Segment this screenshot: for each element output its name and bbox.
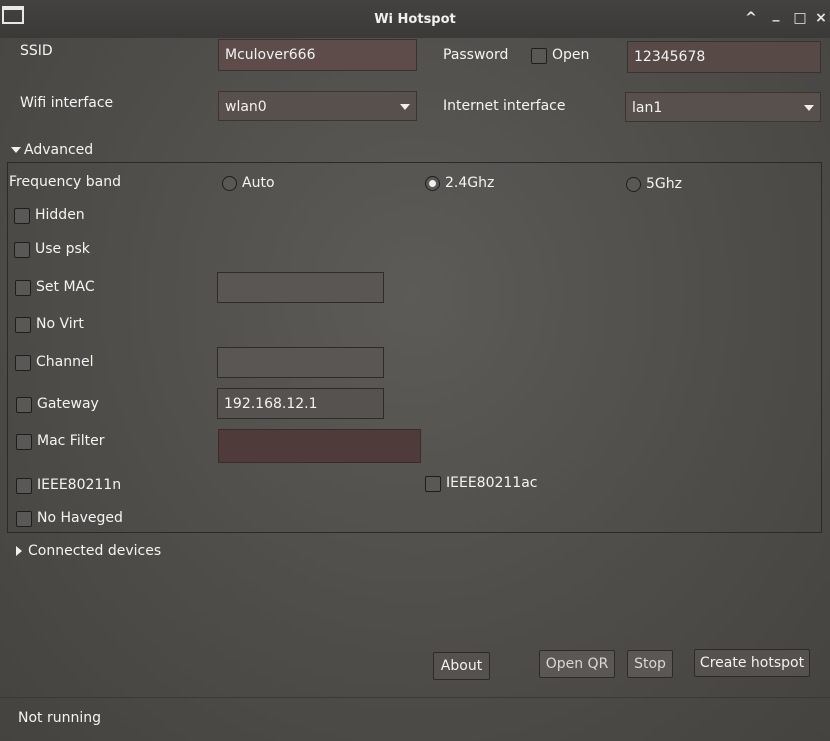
expand-arrow-icon [11,147,21,153]
no-haveged-label: No Haveged [37,510,123,526]
hidden-label: Hidden [35,207,85,223]
gateway-checkbox[interactable] [16,397,32,413]
use-psk-checkbox[interactable] [14,242,30,258]
hidden-checkbox[interactable] [14,208,30,224]
minimize-button[interactable]: _ [768,6,784,22]
maximize-button[interactable]: □ [792,10,808,26]
ssid-label: SSID [20,43,53,59]
advanced-toggle[interactable]: Advanced [10,142,100,160]
ieee80211ac-checkbox[interactable] [425,476,441,492]
ieee80211ac-label: IEEE80211ac [446,475,538,491]
connected-devices-label: Connected devices [28,543,162,559]
open-label: Open [552,47,590,63]
mac-filter-checkbox[interactable] [16,434,32,450]
status-text: Not running [18,710,102,726]
connected-devices-toggle[interactable]: Connected devices [15,543,165,561]
advanced-group [7,162,822,533]
open-checkbox[interactable] [531,48,547,64]
radio-5ghz-label: 5Ghz [646,176,682,192]
password-input[interactable]: 12345678 [627,41,821,73]
use-psk-label: Use psk [35,241,90,257]
close-button[interactable]: × [813,10,829,26]
radio-auto-label: Auto [242,175,275,191]
internet-interface-select[interactable]: lan1 [625,92,821,122]
mac-filter-label: Mac Filter [37,433,105,449]
set-mac-label: Set MAC [36,279,95,295]
channel-checkbox[interactable] [15,355,31,371]
shade-button[interactable]: ^ [743,10,759,26]
wifi-interface-select[interactable]: wlan0 [218,91,417,121]
wifi-interface-label: Wifi interface [20,95,114,111]
wifi-interface-value: wlan0 [225,99,267,115]
hotspot-window: Wi Hotspot ^ _ □ × SSID Mculover666 Pass… [0,0,830,741]
radio-2-4ghz-label: 2.4Ghz [445,175,495,191]
ieee80211n-label: IEEE80211n [37,477,122,493]
frequency-band-label: Frequency band [9,174,121,190]
stop-button[interactable]: Stop [627,650,673,678]
gateway-input[interactable]: 192.168.12.1 [217,388,384,419]
about-button[interactable]: About [433,652,490,680]
radio-5ghz[interactable] [626,177,641,192]
create-hotspot-button[interactable]: Create hotspot [694,649,810,677]
mac-filter-input[interactable] [218,429,421,463]
set-mac-checkbox[interactable] [15,280,31,296]
statusbar-divider [0,697,830,698]
radio-2-4ghz[interactable] [425,176,440,191]
mac-address-input[interactable] [217,272,384,303]
chevron-down-icon [804,105,814,111]
title-bar: Wi Hotspot ^ _ □ × [0,0,830,38]
ssid-input[interactable]: Mculover666 [218,39,417,71]
ieee80211n-checkbox[interactable] [16,478,32,494]
window-title: Wi Hotspot [374,12,456,27]
expand-arrow-icon [16,546,22,556]
internet-interface-value: lan1 [632,100,663,116]
no-virt-checkbox[interactable] [15,317,31,333]
channel-label: Channel [36,354,94,370]
radio-auto[interactable] [222,176,237,191]
channel-input[interactable] [217,347,384,378]
no-virt-label: No Virt [36,316,84,332]
chevron-down-icon [400,104,410,110]
advanced-label: Advanced [24,142,94,158]
gateway-label: Gateway [37,396,99,412]
internet-interface-label: Internet interface [443,98,566,114]
open-qr-button[interactable]: Open QR [539,650,615,678]
no-haveged-checkbox[interactable] [16,511,32,527]
password-label: Password [443,47,509,63]
